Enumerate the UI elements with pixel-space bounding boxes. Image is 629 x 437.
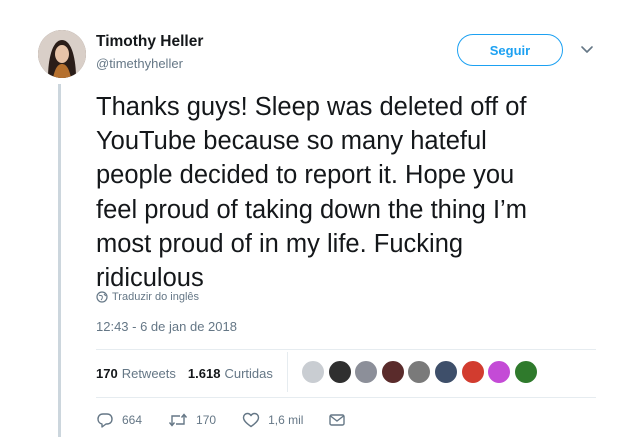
liker-avatar[interactable]: [433, 360, 458, 384]
reply-button[interactable]: 664: [96, 412, 142, 428]
retweets-label: Retweets: [121, 366, 176, 381]
author-name[interactable]: Timothy Heller: [96, 33, 203, 51]
retweet-count: 170: [196, 413, 217, 427]
likers-avatars: [301, 360, 540, 384]
like-button[interactable]: 1,6 mil: [242, 412, 303, 428]
tweet-text: Thanks guys! Sleep was deleted off of Yo…: [96, 93, 527, 293]
liker-avatar[interactable]: [487, 360, 512, 384]
tweet-actions: 664 170 1,6 mil: [96, 412, 379, 428]
tweet: Timothy Heller @timethyheller Seguir Tha…: [0, 0, 629, 437]
liker-avatar[interactable]: [380, 360, 405, 384]
like-count: 1,6 mil: [268, 413, 304, 427]
chevron-down-icon[interactable]: [580, 42, 594, 56]
retweet-button[interactable]: 170: [168, 412, 216, 428]
translate-label: Traduzir do inglês: [112, 291, 200, 303]
avatar[interactable]: [38, 30, 86, 78]
globe-icon: [96, 291, 108, 303]
retweets-count: 170: [96, 366, 118, 381]
liker-avatar[interactable]: [327, 360, 352, 384]
translate-link[interactable]: Traduzir do inglês: [96, 291, 199, 303]
engagement-stats: 170 Retweets 1.618 Curtidas: [96, 366, 285, 381]
retweet-icon: [168, 413, 188, 427]
envelope-icon: [329, 414, 346, 426]
likes-count: 1.618: [187, 366, 221, 381]
reply-icon: [97, 413, 113, 428]
liker-avatar[interactable]: [460, 360, 485, 384]
likes-stat[interactable]: 1.618 Curtidas: [188, 366, 273, 381]
retweets-stat[interactable]: 170 Retweets: [96, 366, 176, 381]
heart-icon: [242, 412, 260, 428]
message-button[interactable]: [329, 413, 353, 427]
liker-avatar[interactable]: [354, 360, 379, 384]
reply-count: 664: [122, 413, 143, 427]
follow-button[interactable]: Seguir: [457, 34, 563, 66]
liker-avatar[interactable]: [513, 360, 538, 384]
author-handle[interactable]: @timethyheller: [96, 56, 183, 71]
divider: [96, 349, 596, 350]
timestamp[interactable]: 12:43 - 6 de jan de 2018: [96, 319, 237, 334]
stats-separator: [287, 352, 288, 392]
liker-avatar[interactable]: [407, 360, 432, 384]
thread-line: [58, 84, 61, 437]
divider: [96, 397, 596, 398]
liker-avatar[interactable]: [301, 360, 325, 384]
likes-label: Curtidas: [224, 366, 273, 381]
